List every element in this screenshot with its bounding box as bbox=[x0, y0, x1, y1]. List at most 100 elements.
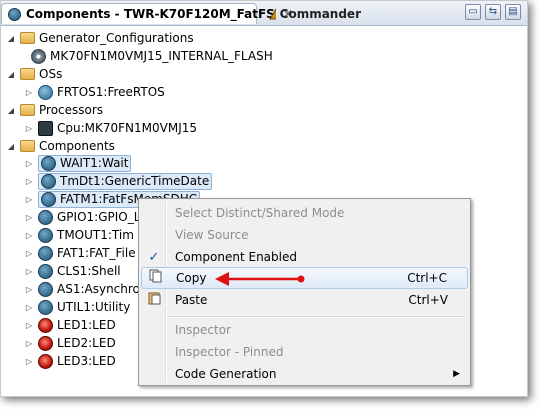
tab-components[interactable]: Components - TWR-K70F120M_FatFS ✕ bbox=[1, 3, 293, 24]
expand-arrow-icon[interactable]: ▷ bbox=[23, 321, 35, 330]
menu-separator bbox=[169, 316, 465, 318]
cpu-chip-icon bbox=[38, 120, 53, 136]
tree-node-component[interactable]: ▷ FAT1:FAT_File bbox=[23, 244, 136, 262]
tree-node-label: TmDt1:GenericTimeDate bbox=[60, 174, 210, 188]
tab-commander-label: Commander bbox=[279, 6, 361, 21]
tree-node-freertos[interactable]: ▷ FRTOS1:FreeRTOS bbox=[23, 83, 165, 101]
tree-node-component[interactable]: ▷ TMOUT1:Tim bbox=[23, 226, 134, 244]
tree-node-generator-configurations[interactable]: ◢ Generator_Configurations bbox=[5, 29, 194, 47]
tree-node-label: LED3:LED bbox=[57, 354, 116, 368]
tree-node-component[interactable]: ▷ CLS1:Shell bbox=[23, 262, 121, 280]
menu-shortcut: Ctrl+V bbox=[408, 293, 448, 307]
tree-node-label: Generator_Configurations bbox=[39, 31, 194, 45]
expand-arrow-icon[interactable]: ▷ bbox=[23, 213, 35, 222]
component-icon bbox=[41, 191, 56, 207]
menu-item-code-generation[interactable]: Code Generation ▶ bbox=[141, 363, 468, 385]
component-icon bbox=[38, 227, 53, 243]
menu-item-select-distinct[interactable]: Select Distinct/Shared Mode bbox=[141, 202, 468, 224]
led-icon bbox=[38, 353, 53, 369]
menu-item-label: Component Enabled bbox=[175, 250, 297, 264]
tree-node-label: Components bbox=[39, 139, 115, 153]
copy-icon bbox=[142, 269, 168, 287]
expand-arrow-icon[interactable]: ▷ bbox=[23, 357, 35, 366]
component-icon bbox=[38, 281, 53, 297]
menu-shortcut: Ctrl+C bbox=[407, 271, 447, 285]
menu-item-label: Code Generation bbox=[175, 367, 277, 381]
tree-node-component[interactable]: ▷ LED1:LED bbox=[23, 316, 116, 334]
tree-node-flash-config[interactable]: MK70FN1M0VMJ15_INTERNAL_FLASH bbox=[31, 47, 273, 65]
tree-node-component[interactable]: ▷ LED2:LED bbox=[23, 334, 116, 352]
menu-item-inspector[interactable]: Inspector bbox=[141, 319, 468, 341]
menu-item-paste[interactable]: Paste Ctrl+V bbox=[141, 289, 468, 311]
led-icon bbox=[38, 335, 53, 351]
tree-node-label: LED1:LED bbox=[57, 318, 116, 332]
tree-node-component[interactable]: ▷ GPIO1:GPIO_L bbox=[23, 208, 140, 226]
tree-node-cpu[interactable]: ▷ Cpu:MK70FN1M0VMJ15 bbox=[23, 119, 197, 137]
component-icon bbox=[41, 155, 56, 171]
expand-arrow-icon[interactable]: ▷ bbox=[23, 303, 35, 312]
tree-node-label: WAIT1:Wait bbox=[60, 156, 129, 170]
tree-node-component[interactable]: ▷ AS1:Asynchro bbox=[23, 280, 140, 298]
tree-node-label: Processors bbox=[39, 103, 104, 117]
expand-arrow-icon[interactable]: ▷ bbox=[23, 124, 35, 133]
gear-icon bbox=[31, 48, 46, 64]
expand-arrow-icon[interactable]: ▷ bbox=[23, 249, 35, 258]
menu-item-label: Inspector - Pinned bbox=[175, 345, 284, 359]
menu-item-inspector-pinned[interactable]: Inspector - Pinned bbox=[141, 341, 468, 363]
menu-item-label: Select Distinct/Shared Mode bbox=[175, 206, 345, 220]
collapse-arrow-icon[interactable]: ◢ bbox=[5, 106, 17, 115]
expand-arrow-icon[interactable]: ▷ bbox=[23, 339, 35, 348]
tree-node-component[interactable]: ▷ WAIT1:Wait bbox=[23, 154, 132, 172]
paste-icon bbox=[141, 291, 167, 309]
tree-node-label: TMOUT1:Tim bbox=[57, 228, 134, 242]
tree-node-label: GPIO1:GPIO_L bbox=[57, 210, 141, 224]
menu-item-label: Inspector bbox=[175, 323, 231, 337]
expand-arrow-icon[interactable]: ▷ bbox=[23, 177, 35, 186]
submenu-arrow-icon: ▶ bbox=[453, 369, 460, 379]
annotation-arrow-tail-dot bbox=[297, 275, 305, 283]
tree-node-label: OSs bbox=[39, 67, 63, 81]
tree-node-component[interactable]: ▷ TmDt1:GenericTimeDate bbox=[23, 172, 213, 190]
expand-arrow-icon[interactable]: ▷ bbox=[23, 159, 35, 168]
collapse-arrow-icon[interactable]: ◢ bbox=[5, 34, 17, 43]
collapse-icon[interactable]: ▭ bbox=[465, 4, 481, 20]
tree-node-processors[interactable]: ◢ Processors bbox=[5, 101, 103, 119]
component-icon bbox=[41, 173, 56, 189]
tree-node-component[interactable]: ▷ LED3:LED bbox=[23, 352, 116, 370]
tab-bar: Components - TWR-K70F120M_FatFS ✕ Comman… bbox=[1, 1, 527, 26]
component-icon bbox=[38, 245, 53, 261]
tab-components-label: Components - TWR-K70F120M_FatFS bbox=[26, 7, 275, 21]
os-component-icon bbox=[38, 84, 53, 100]
collapse-arrow-icon[interactable]: ◢ bbox=[5, 142, 17, 151]
annotation-arrow bbox=[215, 272, 305, 286]
tree-node-label: Cpu:MK70FN1M0VMJ15 bbox=[57, 121, 198, 135]
commander-icon bbox=[269, 8, 276, 19]
menu-item-component-enabled[interactable]: ✓ Component Enabled bbox=[141, 246, 468, 268]
menu-item-view-source[interactable]: View Source bbox=[141, 224, 468, 246]
tab-commander[interactable]: Commander bbox=[263, 3, 367, 24]
expand-arrow-icon[interactable]: ▷ bbox=[23, 285, 35, 294]
expand-arrow-icon[interactable]: ▷ bbox=[23, 267, 35, 276]
component-icon bbox=[38, 299, 53, 315]
tree-node-components[interactable]: ◢ Components bbox=[5, 137, 115, 155]
checkmark-icon: ✓ bbox=[148, 249, 160, 265]
components-view-icon bbox=[8, 7, 21, 21]
folder-icon bbox=[20, 32, 35, 44]
expand-arrow-icon[interactable]: ▷ bbox=[23, 231, 35, 240]
annotation-arrow-head bbox=[215, 272, 229, 286]
tree-node-component[interactable]: ▷ UTIL1:Utility bbox=[23, 298, 130, 316]
link-icon[interactable]: ⇆ bbox=[485, 4, 501, 20]
view-toolbar: ▭ ⇆ ▤ bbox=[465, 4, 521, 20]
folder-icon[interactable]: ▤ bbox=[505, 4, 521, 20]
folder-icon bbox=[20, 68, 35, 80]
expand-arrow-icon[interactable]: ▷ bbox=[23, 88, 35, 97]
tree-node-label: AS1:Asynchro bbox=[57, 282, 140, 296]
component-icon bbox=[38, 209, 53, 225]
tree-node-oss[interactable]: ◢ OSs bbox=[5, 65, 62, 83]
menu-item-label: Paste bbox=[175, 293, 208, 307]
tree-node-label: LED2:LED bbox=[57, 336, 116, 350]
folder-icon bbox=[20, 104, 35, 116]
expand-arrow-icon[interactable]: ▷ bbox=[23, 195, 35, 204]
collapse-arrow-icon[interactable]: ◢ bbox=[5, 70, 17, 79]
tree-node-label: CLS1:Shell bbox=[57, 264, 121, 278]
